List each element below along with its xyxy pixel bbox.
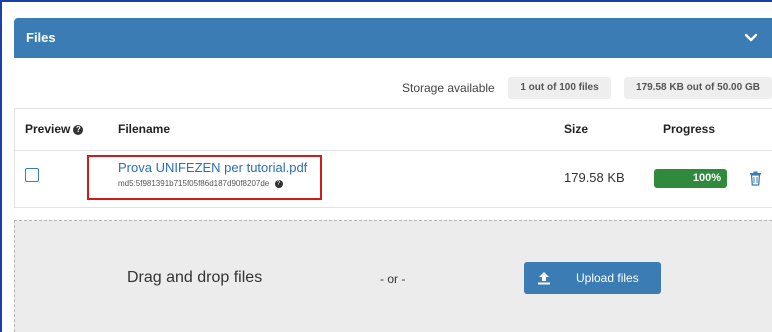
chevron-down-icon[interactable] [744,31,758,45]
size-quota-badge: 179.58 KB out of 50.00 GB [624,77,772,99]
drag-drop-label: Drag and drop files [127,269,263,286]
trash-icon[interactable] [749,171,762,186]
file-checksum: md5:5f981391b715f05f86d187d90f8207de ? [118,179,283,188]
upload-progress-fill: 100% [654,169,727,188]
preview-checkbox[interactable] [25,168,39,182]
files-quota-badge: 1 out of 100 files [508,77,611,99]
help-icon[interactable]: ? [73,124,84,135]
column-header-filename: Filename [118,122,171,136]
files-panel-header[interactable]: Files [14,18,772,58]
column-header-progress: Progress [663,122,716,136]
or-separator: - or - [380,272,406,286]
row-divider [14,150,772,151]
column-header-preview: Preview? [25,122,84,136]
upload-icon [538,272,550,285]
upload-button-label: Upload files [576,271,639,285]
upload-progress-bar: 100% [654,169,727,188]
file-link[interactable]: Prova UNIFEZEN per tutorial.pdf [118,160,307,175]
upload-files-button[interactable]: Upload files [524,262,661,294]
checksum-help-icon[interactable]: ? [274,179,283,188]
preview-header-label: Preview [25,122,71,136]
file-size: 179.58 KB [564,170,625,185]
column-header-size: Size [564,122,589,136]
panel-title: Files [26,30,56,45]
storage-label: Storage available [402,81,495,95]
checksum-text: md5:5f981391b715f05f86d187d90f8207de [118,179,270,188]
